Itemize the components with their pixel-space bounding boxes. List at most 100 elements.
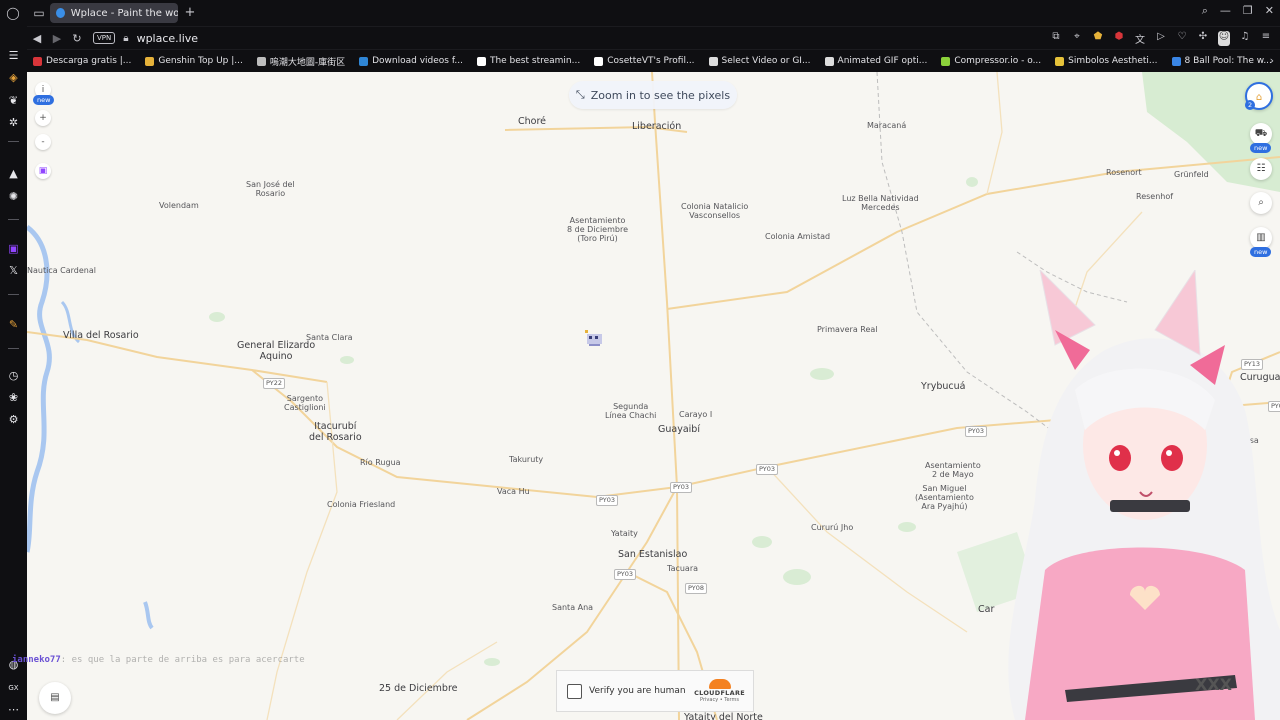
snowflake-icon[interactable]: ✲ bbox=[5, 114, 22, 131]
zoom-hint-text: Zoom in to see the pixels bbox=[590, 88, 731, 102]
bookmark-item[interactable]: Descarga gratis |... bbox=[33, 56, 131, 66]
bookmarks-bar: Descarga gratis |... Genshin Top Up |... 嗚… bbox=[27, 50, 1280, 72]
tab-bar: ◯ ▭ Wplace - Paint the world + ⌕ — ❐ ✕ bbox=[0, 0, 1280, 26]
map-place-label: Colonia Natalicio Vasconsellos bbox=[681, 202, 749, 220]
close-icon[interactable]: ✕ bbox=[1265, 4, 1274, 18]
bookmark-item[interactable]: 8 Ball Pool: The w... bbox=[1171, 56, 1272, 66]
privacy-terms-links[interactable]: Privacy • Terms bbox=[694, 697, 745, 703]
bookmark-item[interactable]: CosetteVT's Profil... bbox=[594, 56, 695, 66]
map-place-label: Yataity bbox=[611, 529, 638, 538]
tab-overview-icon[interactable]: ▭ bbox=[26, 0, 52, 26]
bookmark-item[interactable]: Animated GIF opti... bbox=[824, 56, 927, 66]
x-icon[interactable]: 𝕏 bbox=[5, 262, 22, 279]
alliance-people-icon[interactable]: ☷ bbox=[1250, 158, 1272, 180]
cloudflare-wordmark: CLOUDFLARE bbox=[694, 689, 745, 697]
history-icon[interactable]: ◷ bbox=[5, 367, 22, 384]
twitch-map-icon[interactable]: ▣ bbox=[35, 163, 51, 179]
url-field[interactable]: wplace.live bbox=[137, 32, 198, 45]
settings-icon[interactable]: ⚙ bbox=[5, 411, 22, 428]
bookmark-item[interactable]: Genshin Top Up |... bbox=[145, 56, 243, 66]
map-place-label: Primavera Real bbox=[817, 325, 878, 334]
cloudflare-captcha: Verify you are human CLOUDFLARE Privacy … bbox=[556, 670, 754, 712]
pin-icon[interactable]: ⌖ bbox=[1071, 31, 1083, 46]
play-icon[interactable]: ▷ bbox=[1155, 31, 1167, 46]
tab-wplace[interactable]: Wplace - Paint the world bbox=[50, 3, 178, 23]
heart-icon[interactable]: ♡ bbox=[1176, 31, 1188, 46]
bookmarks-overflow-icon[interactable]: › bbox=[1270, 54, 1274, 67]
more-icon[interactable]: ⋯ bbox=[5, 701, 22, 718]
browser-sidebar: ☰ ◈ ❦ ✲ ▲ ✺ ▣ 𝕏 ✎ ◷ ❀ ⚙ ◍ GX ⋯ bbox=[0, 26, 27, 720]
profile-avatar-icon[interactable]: ☺ bbox=[1218, 31, 1230, 46]
forward-icon[interactable]: ▶ bbox=[47, 32, 67, 45]
lock-icon[interactable]: 🔒︎ bbox=[123, 33, 128, 44]
new-tab-button[interactable]: + bbox=[182, 5, 198, 21]
leaderboard-icon[interactable]: ▥ bbox=[1250, 227, 1272, 249]
address-bar: ◀ ▶ ↻ VPN 🔒︎ wplace.live ⧉ ⌖ ⬟ ⬢ 文 ▷ ♡ ✣… bbox=[27, 27, 1280, 49]
bookmark-label: 嗚潮大地圖-庫街区 bbox=[269, 57, 346, 68]
back-icon[interactable]: ◀ bbox=[27, 32, 47, 45]
menu-icon[interactable]: ≡ bbox=[1260, 31, 1272, 46]
bookmark-item[interactable]: Simbolos Aestheti... bbox=[1055, 56, 1158, 66]
zoom-in-button[interactable]: + bbox=[35, 110, 51, 126]
zoom-wand-icon: ⤡ bbox=[575, 88, 585, 101]
bookmark-favicon-icon bbox=[359, 56, 369, 66]
zoom-out-button[interactable]: - bbox=[35, 134, 51, 150]
road-shield: PY22 bbox=[263, 378, 286, 389]
map-place-label: Liberación bbox=[632, 121, 682, 132]
verify-checkbox[interactable] bbox=[567, 683, 582, 699]
vtuber-avatar: XXX bbox=[1008, 270, 1280, 720]
road-shield: PY03 bbox=[614, 569, 637, 580]
map-place-label: Yataity del Norte bbox=[684, 712, 763, 720]
bookmark-label: Simbolos Aestheti... bbox=[1068, 56, 1158, 66]
cloud-icon bbox=[708, 679, 731, 689]
translate-icon[interactable]: 文 bbox=[1134, 31, 1146, 46]
snapshot-icon[interactable]: ⧉ bbox=[1050, 31, 1062, 46]
shield-ext-icon[interactable]: ⬟ bbox=[1092, 31, 1104, 46]
arrow-icon[interactable]: ▲ bbox=[5, 165, 22, 182]
cat-face-icon[interactable]: ❀ bbox=[5, 389, 22, 406]
map-place-label: Colonia Friesland bbox=[327, 500, 396, 509]
music-icon[interactable]: ♫ bbox=[1239, 31, 1251, 46]
restore-icon[interactable]: ❐ bbox=[1243, 4, 1253, 18]
twitch-icon[interactable]: ▣ bbox=[5, 240, 22, 257]
aria-icon[interactable]: ☰ bbox=[5, 47, 22, 64]
map-place-label: Itacurubí del Rosario bbox=[309, 421, 362, 443]
opera-logo-icon[interactable]: ◯ bbox=[0, 0, 26, 26]
map-place-label: Sargento Castiglioni bbox=[284, 394, 326, 412]
verify-label: Verify you are human bbox=[589, 686, 686, 696]
map-place-label: Takuruty bbox=[509, 455, 544, 464]
map-canvas[interactable]: Choré Liberación Maracaná San José del Rosar… bbox=[27, 72, 1280, 720]
search-map-icon[interactable]: ⌕ bbox=[1250, 192, 1272, 214]
pen-icon[interactable]: ✎ bbox=[5, 316, 22, 333]
pixel-art-marker[interactable] bbox=[584, 330, 604, 348]
bookmark-label: CosetteVT's Profil... bbox=[607, 56, 695, 66]
game-icon[interactable]: ◈ bbox=[5, 69, 22, 86]
adblock-icon[interactable]: ⬢ bbox=[1113, 31, 1125, 46]
sidebar-divider bbox=[8, 141, 19, 142]
zoom-hint-pill[interactable]: ⤡ Zoom in to see the pixels bbox=[569, 81, 737, 109]
search-icon[interactable]: ⌕ bbox=[1202, 4, 1208, 18]
bookmark-favicon-icon bbox=[145, 56, 155, 66]
bookmark-item[interactable]: 嗚潮大地圖-庫街区 bbox=[256, 55, 346, 68]
gx-label[interactable]: GX bbox=[5, 679, 22, 696]
cat-icon[interactable]: ❦ bbox=[5, 92, 22, 109]
map-place-label: Río Rugua bbox=[360, 458, 401, 467]
bookmark-label: Genshin Top Up |... bbox=[158, 56, 243, 66]
chatgpt-icon[interactable]: ✺ bbox=[5, 188, 22, 205]
vpn-badge[interactable]: VPN bbox=[93, 32, 116, 44]
bookmark-item[interactable]: The best streamin... bbox=[476, 56, 580, 66]
shop-cart-icon[interactable]: ⛟ bbox=[1250, 123, 1272, 145]
minimize-icon[interactable]: — bbox=[1220, 4, 1231, 18]
map-place-label: Volendam bbox=[159, 201, 199, 210]
paint-button[interactable]: ▤ bbox=[39, 682, 71, 714]
leaderboard-new-badge: new bbox=[1250, 247, 1272, 257]
bookmark-item[interactable]: Select Video or GI... bbox=[708, 56, 811, 66]
map-place-label: Choré bbox=[518, 116, 547, 127]
sidebar-divider bbox=[8, 219, 19, 220]
bookmark-item[interactable]: Download videos f... bbox=[359, 56, 463, 66]
map-place-label: Segunda Línea Chachi bbox=[605, 402, 657, 420]
extension-puzzle-icon[interactable]: ✣ bbox=[1197, 31, 1209, 46]
reload-icon[interactable]: ↻ bbox=[67, 32, 87, 45]
chat-user: ianneko77 bbox=[12, 655, 61, 665]
bookmark-item[interactable]: Compressor.io - o... bbox=[941, 56, 1041, 66]
